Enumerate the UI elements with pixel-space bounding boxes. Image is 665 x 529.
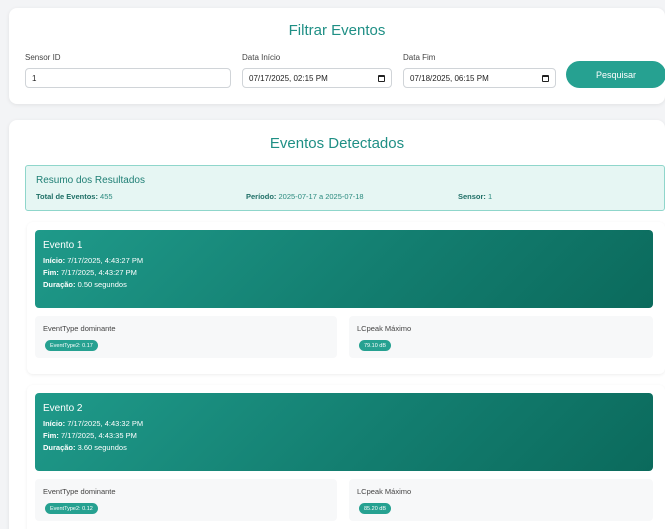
- lcpeak-metric: LCpeak Máximo 79.10 dB: [349, 316, 653, 358]
- eventtype-metric: EventType dominante EventType2: 0.12: [35, 479, 337, 521]
- event-start-value: 7/17/2025, 4:43:27 PM: [67, 256, 144, 265]
- event-duration: Duração: 0.50 segundos: [43, 280, 127, 289]
- start-date-value: 07/17/2025, 02:15 PM: [249, 73, 328, 83]
- summary-period: Período: 2025-07-17 a 2025-07-18: [246, 192, 364, 201]
- start-date-label: Data Início: [242, 53, 281, 62]
- sensor-id-input[interactable]: 1: [25, 68, 231, 88]
- summary-sensor: Sensor: 1: [458, 192, 492, 201]
- lcpeak-badge: 79.10 dB: [359, 340, 392, 351]
- event-start: Início: 7/17/2025, 4:43:27 PM: [43, 256, 143, 265]
- event-start: Início: 7/17/2025, 4:43:32 PM: [43, 419, 143, 428]
- eventtype-label: EventType dominante: [43, 487, 116, 496]
- eventtype-metric: EventType dominante EventType2: 0.17: [35, 316, 337, 358]
- calendar-icon[interactable]: [378, 74, 385, 82]
- lcpeak-badge: 85.20 dB: [359, 503, 392, 514]
- lcpeak-metric: LCpeak Máximo 85.20 dB: [349, 479, 653, 521]
- search-button[interactable]: Pesquisar: [566, 61, 665, 88]
- end-date-label: Data Fim: [403, 53, 436, 62]
- event-end-label: Fim:: [43, 268, 59, 277]
- event-duration-label: Duração:: [43, 280, 76, 289]
- event-card: Evento 1 Início: 7/17/2025, 4:43:27 PM F…: [27, 222, 665, 374]
- event-duration-value: 0.50 segundos: [77, 280, 127, 289]
- event-header: Evento 2 Início: 7/17/2025, 4:43:32 PM F…: [35, 393, 653, 471]
- summary-period-label: Período:: [246, 192, 277, 201]
- events-card: Eventos Detectados Resumo dos Resultados…: [9, 120, 665, 529]
- sensor-id-label: Sensor ID: [25, 53, 61, 62]
- event-title: Evento 2: [43, 403, 83, 414]
- event-header: Evento 1 Início: 7/17/2025, 4:43:27 PM F…: [35, 230, 653, 308]
- event-end-value: 7/17/2025, 4:43:27 PM: [60, 268, 137, 277]
- event-start-label: Início:: [43, 256, 66, 265]
- lcpeak-label: LCpeak Máximo: [357, 487, 412, 496]
- calendar-icon[interactable]: [542, 74, 549, 82]
- event-end-label: Fim:: [43, 431, 59, 440]
- event-end: Fim: 7/17/2025, 4:43:27 PM: [43, 268, 137, 277]
- event-card: Evento 2 Início: 7/17/2025, 4:43:32 PM F…: [27, 385, 665, 529]
- sensor-id-value: 1: [32, 73, 37, 83]
- event-duration-value: 3.60 segundos: [77, 443, 127, 452]
- eventtype-label: EventType dominante: [43, 324, 116, 333]
- filter-title: Filtrar Eventos: [288, 22, 386, 39]
- summary-title: Resumo dos Resultados: [36, 175, 145, 186]
- summary-total: Total de Eventos: 455: [36, 192, 113, 201]
- event-end: Fim: 7/17/2025, 4:43:35 PM: [43, 431, 137, 440]
- filter-card: Filtrar Eventos Sensor ID 1 Data Início …: [9, 8, 665, 104]
- event-end-value: 7/17/2025, 4:43:35 PM: [60, 431, 137, 440]
- lcpeak-label: LCpeak Máximo: [357, 324, 412, 333]
- end-date-input[interactable]: 07/18/2025, 06:15 PM: [403, 68, 556, 88]
- results-summary: Resumo dos Resultados Total de Eventos: …: [25, 165, 665, 211]
- events-title: Eventos Detectados: [269, 135, 405, 152]
- summary-period-value: 2025-07-17 a 2025-07-18: [278, 192, 364, 201]
- summary-total-label: Total de Eventos:: [36, 192, 98, 201]
- event-duration: Duração: 3.60 segundos: [43, 443, 127, 452]
- start-date-input[interactable]: 07/17/2025, 02:15 PM: [242, 68, 392, 88]
- summary-total-value: 455: [100, 192, 113, 201]
- summary-sensor-label: Sensor:: [458, 192, 486, 201]
- event-start-label: Início:: [43, 419, 66, 428]
- event-title: Evento 1: [43, 240, 83, 251]
- event-duration-label: Duração:: [43, 443, 76, 452]
- eventtype-badge: EventType2: 0.17: [45, 340, 98, 351]
- end-date-value: 07/18/2025, 06:15 PM: [410, 73, 489, 83]
- event-start-value: 7/17/2025, 4:43:32 PM: [67, 419, 144, 428]
- summary-sensor-value: 1: [488, 192, 493, 201]
- eventtype-badge: EventType2: 0.12: [45, 503, 98, 514]
